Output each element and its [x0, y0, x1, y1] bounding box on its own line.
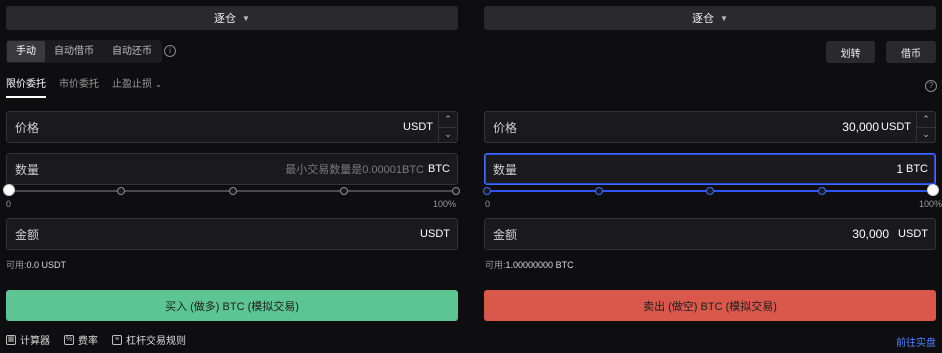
segment-manual[interactable]: 手动: [7, 41, 45, 62]
borrow-mode-segmented: 手动 自动借币 自动还币: [6, 40, 162, 63]
percent-icon: %: [64, 334, 74, 345]
available-value: 0.0 USDT: [26, 260, 67, 270]
caret-down-icon: ▼: [720, 13, 728, 23]
price-unit: USDT: [403, 121, 433, 133]
leverage-rules-link[interactable]: ≡ 杠杆交易规则: [112, 332, 186, 347]
slider-step-0[interactable]: [483, 187, 491, 195]
sell-panel: 逐仓 ▼ 划转 借币 ? 价格 30,000 USDT ⌃ ⌄ 数量 1 BTC…: [476, 0, 942, 353]
slider-max-label: 100%: [918, 199, 942, 209]
transfer-button[interactable]: 划转: [826, 41, 875, 63]
slider-handle[interactable]: [927, 184, 939, 196]
increment-icon[interactable]: ⌃: [439, 112, 457, 128]
margin-mode-select[interactable]: 逐仓 ▼: [484, 6, 936, 30]
amount-placeholder: 最小交易数量是0.00001BTC: [285, 164, 424, 176]
increment-icon[interactable]: ⌃: [917, 112, 935, 128]
slider-step-50[interactable]: [706, 187, 714, 195]
price-label: 价格: [15, 120, 40, 135]
slider-max-label: 100%: [432, 199, 456, 209]
borrow-button[interactable]: 借币: [886, 41, 936, 63]
margin-mode-label: 逐仓: [214, 13, 237, 25]
total-field[interactable]: 金额 30,000 USDT: [484, 218, 936, 250]
order-type-tabs: 限价委托 市价委托 止盈止损 ⌄: [6, 75, 162, 98]
slider-min-label: 0: [485, 199, 491, 209]
amount-field[interactable]: 数量 1 BTC: [484, 153, 936, 185]
slider-handle[interactable]: [3, 184, 15, 196]
tab-market-order[interactable]: 市价委托: [59, 75, 99, 90]
total-label: 金额: [15, 227, 40, 242]
price-unit: USDT: [881, 121, 911, 133]
chevron-down-icon: ⌄: [154, 79, 163, 89]
total-value: 30,000: [852, 227, 889, 241]
total-label: 金额: [493, 227, 518, 242]
total-unit: USDT: [420, 228, 450, 240]
calculator-icon: ▦: [6, 334, 16, 345]
price-field[interactable]: 价格 30,000 USDT ⌃ ⌄: [484, 111, 936, 143]
tab-limit-order[interactable]: 限价委托: [6, 75, 46, 98]
slider-step-75[interactable]: [340, 187, 349, 195]
slider-step-25[interactable]: [594, 187, 603, 195]
amount-label: 数量: [493, 162, 518, 177]
decrement-icon[interactable]: ⌄: [917, 128, 935, 143]
available-value: 1.00000000 BTC: [505, 260, 574, 270]
buy-long-button[interactable]: 买入 (做多) BTC (模拟交易): [6, 290, 458, 321]
amount-unit: BTC: [906, 163, 928, 175]
segment-auto-borrow[interactable]: 自动借币: [45, 41, 103, 62]
slider-step-75[interactable]: [817, 187, 826, 195]
fee-rate-link[interactable]: % 费率: [64, 332, 98, 347]
amount-percent-slider[interactable]: [483, 184, 939, 197]
price-label: 价格: [493, 120, 518, 135]
amount-field[interactable]: 数量 最小交易数量是0.00001BTC BTC: [6, 153, 458, 185]
segment-auto-repay[interactable]: 自动还币: [103, 41, 161, 62]
amount-label: 数量: [15, 162, 40, 177]
footer-tools: ▦ 计算器 % 费率 ≡ 杠杆交易规则: [6, 332, 186, 347]
buy-panel: 逐仓 ▼ 手动 自动借币 自动还币 i 限价委托 市价委托 止盈止损 ⌄ 价格 …: [0, 0, 474, 353]
total-unit: USDT: [898, 228, 928, 240]
amount-unit: BTC: [428, 163, 450, 175]
available-balance: 可用:1.00000000 BTC: [485, 260, 574, 270]
amount-value: 1: [896, 162, 903, 176]
calculator-link[interactable]: ▦ 计算器: [6, 332, 50, 347]
amount-percent-slider[interactable]: [3, 184, 460, 197]
info-icon[interactable]: i: [164, 45, 176, 57]
price-stepper[interactable]: ⌃ ⌄: [916, 112, 935, 142]
sell-short-button[interactable]: 卖出 (做空) BTC (模拟交易): [484, 290, 936, 321]
slider-step-25[interactable]: [116, 187, 125, 195]
margin-mode-label: 逐仓: [692, 13, 715, 25]
slider-step-100[interactable]: [452, 187, 460, 195]
go-live-link[interactable]: 前往实盘: [896, 334, 936, 349]
tab-stop-order[interactable]: 止盈止损 ⌄: [112, 75, 162, 90]
decrement-icon[interactable]: ⌄: [439, 128, 457, 143]
help-icon[interactable]: ?: [925, 80, 937, 92]
price-field[interactable]: 价格 USDT ⌃ ⌄: [6, 111, 458, 143]
caret-down-icon: ▼: [242, 13, 250, 23]
margin-mode-select[interactable]: 逐仓 ▼: [6, 6, 458, 30]
price-value: 30,000: [842, 120, 879, 134]
available-balance: 可用:0.0 USDT: [6, 260, 67, 270]
document-icon: ≡: [112, 334, 122, 345]
price-stepper[interactable]: ⌃ ⌄: [438, 112, 457, 142]
slider-step-50[interactable]: [228, 187, 237, 195]
slider-min-label: 0: [6, 199, 12, 209]
total-field[interactable]: 金额 USDT: [6, 218, 458, 250]
